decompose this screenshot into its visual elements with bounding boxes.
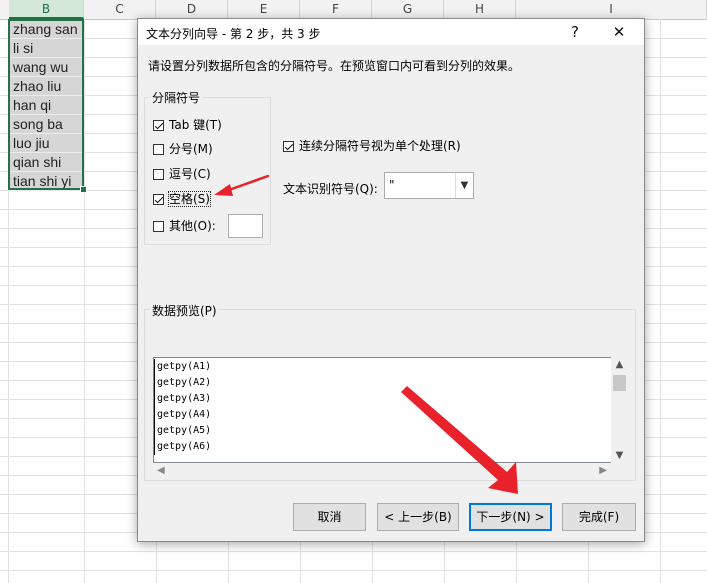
cell-b5[interactable]: han qi [9, 96, 83, 115]
next-button[interactable]: 下一步(N) > [469, 503, 552, 531]
checkbox-other-box[interactable] [153, 221, 164, 232]
fill-handle[interactable] [80, 186, 87, 193]
preview-line: getpy(A5) [154, 423, 211, 439]
preview-vertical-scrollbar[interactable]: ▲ ▼ [611, 357, 628, 463]
cell-b3[interactable]: wang wu [9, 58, 83, 77]
column-header-b[interactable]: B [9, 0, 84, 19]
other-delimiter-input[interactable] [228, 214, 263, 238]
column-header-h[interactable]: H [444, 0, 516, 19]
cell-b1[interactable]: zhang san [9, 20, 83, 39]
dialog-title: 文本分列向导 - 第 2 步，共 3 步 [146, 27, 321, 41]
checkbox-comma-box[interactable] [153, 169, 164, 180]
checkbox-tab[interactable]: Tab 键(T) [153, 116, 222, 134]
checkbox-space-label: 空格(S) [168, 191, 211, 207]
grid-line [660, 19, 661, 583]
checkbox-semicolon-box[interactable] [153, 144, 164, 155]
back-button[interactable]: < 上一步(B) [377, 503, 459, 531]
cell-b8[interactable]: qian shi [9, 153, 83, 172]
preview-line: getpy(A2) [154, 375, 211, 391]
instruction-text: 请设置分列数据所包含的分隔符号。在预览窗口内可看到分列的效果。 [148, 59, 521, 73]
scroll-thumb[interactable] [613, 375, 626, 391]
cell-b4[interactable]: zhao liu [9, 77, 83, 96]
checkbox-other-label: 其他(O): [169, 219, 216, 233]
grid-line [0, 551, 707, 552]
grid-line [0, 570, 707, 571]
column-header-f[interactable]: F [300, 0, 372, 19]
checkbox-tab-label: Tab 键(T) [169, 118, 222, 132]
checkbox-consecutive-box[interactable] [283, 141, 294, 152]
chevron-down-icon[interactable]: ▼ [455, 173, 473, 198]
checkbox-consecutive[interactable]: 连续分隔符号视为单个处理(R) [283, 137, 461, 155]
checkbox-semicolon-label: 分号(M) [169, 142, 213, 156]
preview-horizontal-scrollbar[interactable]: ◀ ▶ [153, 463, 611, 480]
dialog-titlebar[interactable]: 文本分列向导 - 第 2 步，共 3 步 ? ✕ [138, 19, 644, 45]
text-to-columns-dialog: 文本分列向导 - 第 2 步，共 3 步 ? ✕ 请设置分列数据所包含的分隔符号… [137, 18, 645, 542]
checkbox-semicolon[interactable]: 分号(M) [153, 140, 213, 158]
cancel-button[interactable]: 取消 [293, 503, 366, 531]
preview-line: getpy(A3) [154, 391, 211, 407]
scroll-down-icon[interactable]: ▼ [611, 450, 628, 461]
text-qualifier-value: " [389, 178, 395, 192]
finish-button[interactable]: 完成(F) [562, 503, 636, 531]
scroll-right-icon[interactable]: ▶ [599, 465, 607, 476]
preview-line: getpy(A4) [154, 407, 211, 423]
column-header-g[interactable]: G [372, 0, 444, 19]
checkbox-comma-label: 逗号(C) [169, 167, 211, 181]
close-button[interactable]: ✕ [604, 21, 634, 43]
delimiters-group-label: 分隔符号 [150, 89, 203, 106]
checkbox-other[interactable]: 其他(O): [153, 217, 216, 235]
cell-b7[interactable]: luo jiu [9, 134, 83, 153]
column-header-e[interactable]: E [228, 0, 300, 19]
preview-line: getpy(A6) [154, 439, 211, 455]
scroll-left-icon[interactable]: ◀ [157, 465, 165, 476]
text-qualifier-label: 文本识别符号(Q): [283, 182, 378, 196]
checkbox-consecutive-label: 连续分隔符号视为单个处理(R) [299, 139, 461, 153]
help-button[interactable]: ? [560, 21, 590, 43]
cell-b9[interactable]: tian shi yi [9, 172, 83, 191]
cell-b2[interactable]: li si [9, 39, 83, 58]
preview-line: getpy(A1) [154, 359, 211, 375]
checkbox-space[interactable]: 空格(S) [153, 190, 211, 208]
checkbox-space-box[interactable] [153, 194, 164, 205]
checkbox-tab-box[interactable] [153, 120, 164, 131]
scroll-up-icon[interactable]: ▲ [611, 359, 628, 370]
data-preview-area[interactable]: getpy(A1) getpy(A2) getpy(A3) getpy(A4) … [153, 357, 628, 463]
column-header-d[interactable]: D [156, 0, 228, 19]
text-qualifier-select[interactable]: " ▼ [384, 172, 474, 199]
column-header-row: B C D E F G H I [0, 0, 707, 20]
column-header-i[interactable]: I [516, 0, 707, 19]
grid-line [84, 19, 85, 583]
column-header-c[interactable]: C [84, 0, 156, 19]
cell-b6[interactable]: song ba [9, 115, 83, 134]
preview-label: 数据预览(P) [150, 302, 219, 319]
checkbox-comma[interactable]: 逗号(C) [153, 165, 211, 183]
